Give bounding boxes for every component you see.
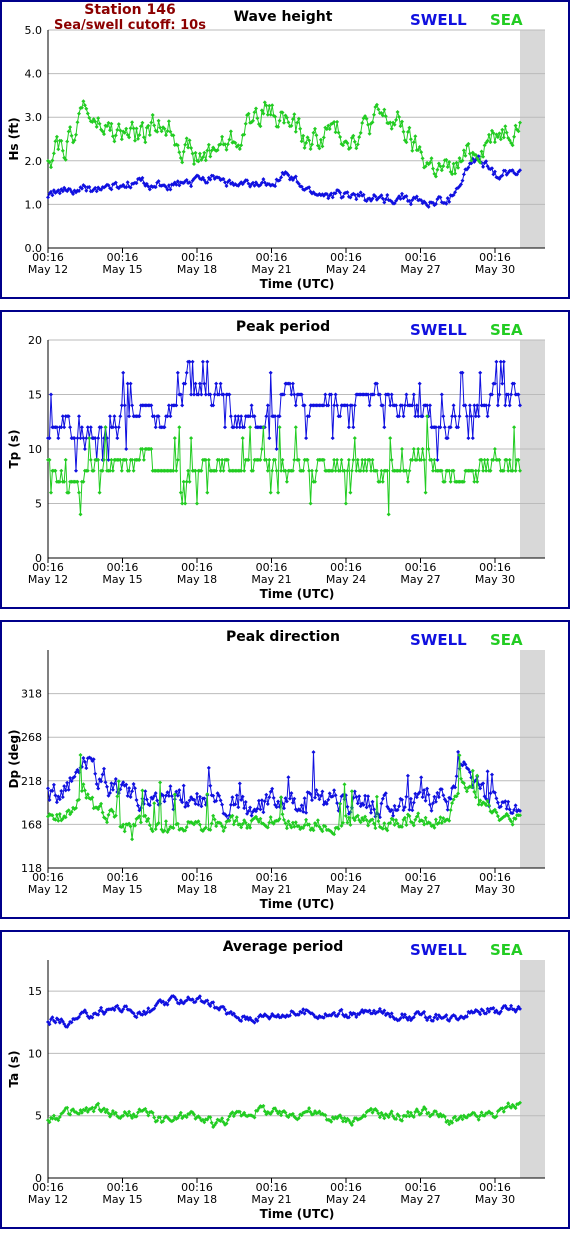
cutoff-label: Sea/swell cutoff: 10s bbox=[54, 18, 206, 33]
wave-height-chart: 0.01.02.03.04.05.000:16May 1200:16May 15… bbox=[0, 0, 570, 299]
x-tick-date: May 27 bbox=[400, 883, 440, 896]
x-tick-date: May 24 bbox=[326, 1193, 366, 1206]
chart-title: Peak period bbox=[236, 319, 330, 335]
shaded-region bbox=[520, 650, 545, 868]
y-tick-label: 1.0 bbox=[25, 198, 43, 211]
chart-title: Wave height bbox=[234, 9, 333, 25]
y-tick-label: 168 bbox=[21, 818, 42, 831]
x-axis-label: Time (UTC) bbox=[260, 897, 335, 911]
shaded-region bbox=[520, 30, 545, 248]
average-period-chart: 05101500:16May 1200:16May 1500:16May 180… bbox=[0, 930, 570, 1229]
x-tick-date: May 18 bbox=[177, 573, 217, 586]
x-tick-date: May 30 bbox=[475, 883, 515, 896]
legend-swell: SWELL bbox=[410, 631, 467, 649]
x-tick-date: May 15 bbox=[102, 1193, 142, 1206]
y-tick-label: 5 bbox=[35, 1110, 42, 1123]
x-tick-date: May 15 bbox=[102, 573, 142, 586]
legend-sea: SEA bbox=[490, 321, 523, 339]
x-tick-date: May 24 bbox=[326, 573, 366, 586]
legend-swell: SWELL bbox=[410, 11, 467, 29]
legend-sea: SEA bbox=[490, 941, 523, 959]
chart-title: Peak direction bbox=[226, 629, 340, 645]
x-axis-label: Time (UTC) bbox=[260, 1207, 335, 1221]
peak-direction-chart: 11816821826831800:16May 1200:16May 1500:… bbox=[0, 620, 570, 919]
y-tick-label: 4.0 bbox=[25, 68, 43, 81]
x-axis-label: Time (UTC) bbox=[260, 587, 335, 601]
y-tick-label: 2.0 bbox=[25, 155, 43, 168]
y-tick-label: 5.0 bbox=[25, 24, 43, 37]
x-tick-date: May 12 bbox=[28, 263, 68, 276]
x-tick-date: May 12 bbox=[28, 1193, 68, 1206]
x-tick-date: May 12 bbox=[28, 883, 68, 896]
peak-direction-panel: 118 168 218 268 318 00:16 May 12 00:16 May 15 00:… bbox=[0, 620, 570, 920]
x-tick-date: May 27 bbox=[400, 1193, 440, 1206]
legend-swell: SWELL bbox=[410, 941, 467, 959]
x-tick-date: May 21 bbox=[251, 573, 291, 586]
y-tick-label: 15 bbox=[28, 389, 42, 402]
peak-period-chart: 0510152000:16May 1200:16May 1500:16May 1… bbox=[0, 310, 570, 609]
x-tick-date: May 21 bbox=[251, 263, 291, 276]
x-tick-date: May 30 bbox=[475, 573, 515, 586]
y-tick-label: 5 bbox=[35, 498, 42, 511]
x-tick-date: May 18 bbox=[177, 883, 217, 896]
y-axis-label: Tp (s) bbox=[7, 429, 21, 468]
x-tick-date: May 12 bbox=[28, 573, 68, 586]
y-axis-label: Hs (ft) bbox=[7, 117, 21, 160]
y-tick-label: 10 bbox=[28, 443, 42, 456]
legend-sea: SEA bbox=[490, 631, 523, 649]
shaded-region bbox=[520, 960, 545, 1178]
y-tick-label: 318 bbox=[21, 688, 42, 701]
x-tick-date: May 27 bbox=[400, 573, 440, 586]
peak-period-panel: 0 5 10 15 20 00:16 May 12 00:16 May 15 00:16 May 1… bbox=[0, 310, 570, 610]
y-tick-label: 268 bbox=[21, 731, 42, 744]
x-tick-date: May 21 bbox=[251, 1193, 291, 1206]
y-tick-label: 20 bbox=[28, 334, 42, 347]
legend-sea: SEA bbox=[490, 11, 523, 29]
x-tick-date: May 18 bbox=[177, 1193, 217, 1206]
station-label: Station 146 bbox=[84, 2, 175, 18]
x-tick-date: May 27 bbox=[400, 263, 440, 276]
x-tick-date: May 30 bbox=[475, 1193, 515, 1206]
chart-title: Average period bbox=[223, 939, 344, 955]
x-tick-date: May 15 bbox=[102, 263, 142, 276]
y-tick-label: 3.0 bbox=[25, 111, 43, 124]
legend-swell: SWELL bbox=[410, 321, 467, 339]
x-tick-date: May 15 bbox=[102, 883, 142, 896]
x-tick-date: May 18 bbox=[177, 263, 217, 276]
average-period-panel: 0 5 10 15 00:16 May 12 00:16 May 15 00:16 May 18 0… bbox=[0, 930, 570, 1230]
x-axis-label: Time (UTC) bbox=[260, 277, 335, 291]
wave-height-panel: 0.0 1.0 2.0 3.0 4.0 5.0 00:16 May 12 00:16 May 15… bbox=[0, 0, 570, 300]
y-axis-label: Dp (deg) bbox=[7, 729, 21, 788]
x-tick-date: May 21 bbox=[251, 883, 291, 896]
x-tick-date: May 30 bbox=[475, 263, 515, 276]
y-tick-label: 218 bbox=[21, 775, 42, 788]
y-tick-label: 15 bbox=[28, 985, 42, 998]
x-tick-date: May 24 bbox=[326, 883, 366, 896]
y-tick-label: 10 bbox=[28, 1047, 42, 1060]
y-axis-label: Ta (s) bbox=[7, 1050, 21, 1087]
x-tick-date: May 24 bbox=[326, 263, 366, 276]
